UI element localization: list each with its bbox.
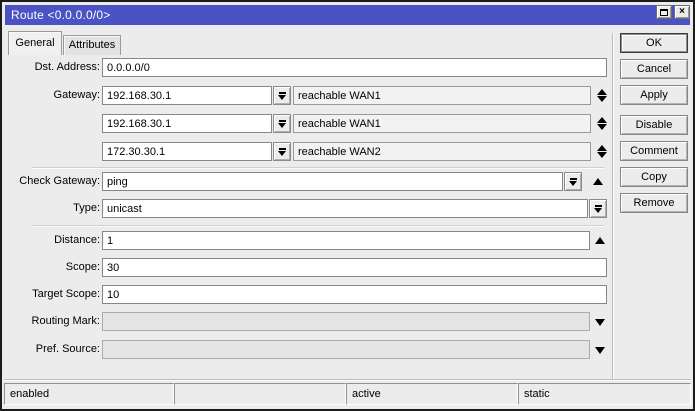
check-gateway-label: Check Gateway: [19,175,100,187]
dropdown-bar-arrow-icon [569,177,577,186]
status-active: active [346,383,518,405]
gateway-updown-button[interactable] [596,114,608,133]
type-label: Type: [73,202,100,214]
route-dialog: Route <0.0.0.0/0> × General Attributes D… [0,0,695,411]
cancel-button[interactable]: Cancel [620,59,688,79]
close-icon: × [679,6,685,17]
panel-divider [612,33,614,379]
down-arrow-icon [597,96,607,102]
maximize-icon [660,8,668,16]
check-gateway-input[interactable] [102,172,563,191]
gateway-input[interactable] [102,86,272,105]
pref-source-field [102,340,590,359]
dst-address-label: Dst. Address: [34,61,100,73]
gateway-input[interactable] [102,142,272,161]
distance-row: Distance: [7,231,612,250]
pref-source-label: Pref. Source: [35,343,100,355]
type-dropdown-button[interactable] [589,199,607,218]
copy-button[interactable]: Copy [620,167,688,187]
type-row: Type: [7,199,612,218]
down-arrow-icon [597,124,607,130]
up-arrow-icon [597,145,607,151]
gateway-dropdown-button[interactable] [273,114,291,133]
gateway-dropdown-button[interactable] [273,142,291,161]
target-scope-row: Target Scope: [7,285,612,304]
dropdown-down-arrow-icon[interactable] [595,347,605,354]
group-separator [32,225,604,227]
dropdown-bar-arrow-icon [278,147,286,156]
scope-row: Scope: [7,258,612,277]
up-arrow-icon [597,89,607,95]
status-empty [174,383,346,405]
comment-button[interactable]: Comment [620,141,688,161]
gateway-updown-button[interactable] [596,86,608,105]
collapse-up-arrow-icon[interactable] [593,178,603,185]
status-static: static [518,383,691,405]
remove-button[interactable]: Remove [620,193,688,213]
dst-address-row: Dst. Address: [7,58,607,77]
dropdown-bar-arrow-icon [594,204,602,213]
dropdown-down-arrow-icon[interactable] [595,319,605,326]
gateway-input[interactable] [102,114,272,133]
routing-mark-row: Routing Mark: [7,312,612,331]
gateway-status-field [293,142,591,161]
gateway-status-field [293,86,591,105]
window-titlebar[interactable]: Route <0.0.0.0/0> [5,5,690,25]
scope-input[interactable] [102,258,607,277]
check-gateway-row: Check Gateway: [7,172,612,191]
tab-attributes[interactable]: Attributes [63,35,121,55]
check-gateway-dropdown-button[interactable] [564,172,582,191]
gateway-updown-button[interactable] [596,142,608,161]
gateway-row [7,114,612,133]
dst-address-input[interactable] [102,58,607,77]
distance-label: Distance: [54,234,100,246]
close-button[interactable]: × [674,5,690,19]
target-scope-label: Target Scope: [32,288,100,300]
distance-input[interactable] [102,231,590,250]
target-scope-input[interactable] [102,285,607,304]
down-arrow-icon [597,152,607,158]
pref-source-row: Pref. Source: [7,340,612,359]
gateway-row: Gateway: [7,86,612,105]
group-separator [32,167,604,169]
collapse-up-arrow-icon[interactable] [595,237,605,244]
gateway-dropdown-button[interactable] [273,86,291,105]
gateway-label: Gateway: [53,89,100,101]
up-arrow-icon [597,117,607,123]
gateway-row [7,142,612,161]
maximize-button[interactable] [656,5,672,19]
window-title: Route <0.0.0.0/0> [11,8,111,22]
ok-button[interactable]: OK [620,33,688,53]
apply-button[interactable]: Apply [620,85,688,105]
routing-mark-field [102,312,590,331]
tab-general[interactable]: General [8,31,62,55]
disable-button[interactable]: Disable [620,115,688,135]
dropdown-bar-arrow-icon [278,119,286,128]
scope-label: Scope: [65,261,100,273]
statusbar-divider [4,379,691,381]
gateway-status-field [293,114,591,133]
routing-mark-label: Routing Mark: [31,315,100,327]
status-enabled: enabled [4,383,174,405]
type-input[interactable] [102,199,588,218]
dropdown-bar-arrow-icon [278,91,286,100]
